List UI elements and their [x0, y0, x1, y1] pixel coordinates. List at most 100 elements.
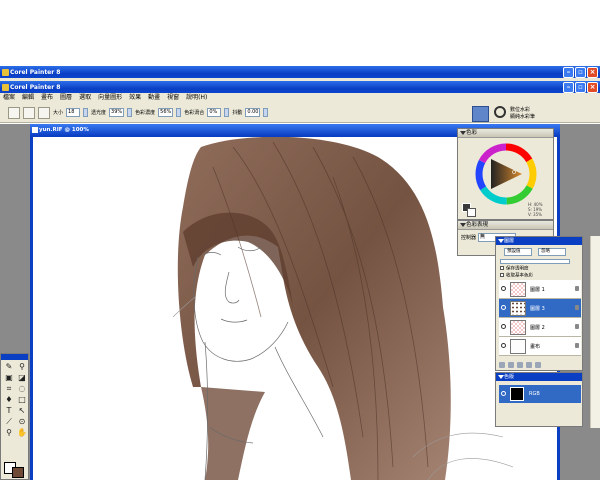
layer-opacity-slider[interactable] — [500, 259, 570, 264]
collapse-triangle-icon[interactable] — [460, 223, 466, 227]
grain-spinner[interactable] — [176, 108, 182, 117]
eye-icon[interactable] — [501, 305, 506, 310]
lock-icon[interactable] — [575, 343, 579, 348]
menu-layers[interactable]: 圖層 — [60, 93, 72, 103]
preserve-transparency-checkbox[interactable] — [500, 266, 504, 270]
brush-tool-icon[interactable]: ✎ — [3, 362, 15, 372]
trash-icon[interactable] — [535, 362, 541, 368]
lock-icon[interactable] — [575, 286, 579, 291]
opacity-spinner[interactable] — [127, 108, 133, 117]
text-tool-icon[interactable]: T — [3, 406, 15, 416]
menu-edit[interactable]: 編輯 — [22, 93, 34, 103]
color-panel-header[interactable]: 色彩 — [458, 129, 553, 138]
lock-icon[interactable] — [575, 324, 579, 329]
new-layer-icon[interactable] — [499, 362, 505, 368]
menu-help[interactable]: 說明(H) — [186, 93, 207, 103]
close-icon[interactable]: × — [587, 67, 598, 78]
tool-grid: ✎ ⚲ ▣ ◪ ⌗ ◌ ♦ □ T ↖ ⟋ ⊙ ⚲ ✋ — [1, 360, 28, 440]
layer-checkboxes: 保存透明度 收取基本色彩 — [500, 266, 533, 279]
eye-icon[interactable] — [501, 391, 506, 396]
resat-spinner[interactable] — [224, 108, 230, 117]
paint-bucket-icon[interactable]: ▣ — [3, 373, 15, 383]
eye-icon[interactable] — [501, 343, 506, 348]
background-color-swatch[interactable] — [12, 467, 24, 478]
additional-color-chip[interactable] — [467, 208, 476, 217]
minimize-icon[interactable]: – — [563, 67, 574, 78]
layers-panel: 圖層 預設值 忽略 保存透明度 收取基本色彩 圖層 1 圖層 3 圖層 2 畫布 — [495, 236, 583, 371]
controller-label: 控制器 — [461, 235, 477, 241]
main-additional-color-chips[interactable] — [462, 203, 476, 217]
collapse-triangle-icon[interactable] — [460, 131, 466, 135]
layers-panel-header[interactable]: 圖層 — [496, 237, 582, 245]
layer-row[interactable]: 圖層 1 — [499, 280, 581, 299]
eye-icon[interactable] — [501, 324, 506, 329]
layer-thumbnail — [510, 301, 526, 316]
minimize-icon[interactable]: – — [563, 82, 574, 93]
menu-movie[interactable]: 動畫 — [148, 93, 160, 103]
brush-category-icon[interactable] — [472, 106, 489, 122]
menu-window[interactable]: 視窗 — [167, 93, 179, 103]
menu-effects[interactable]: 效果 — [129, 93, 141, 103]
size-field[interactable]: 18 — [66, 108, 81, 117]
menu-shapes[interactable]: 向量圖形 — [98, 93, 122, 103]
layer-row-selected[interactable]: 圖層 3 — [499, 299, 581, 318]
pen-tool-icon[interactable]: ♦ — [3, 395, 15, 405]
channel-row[interactable]: RGB — [499, 385, 581, 403]
hsv-readout: H: 40% S: 19% V: 35% — [528, 202, 543, 217]
brush-selector[interactable]: 數位水彩 顯純水彩筆 — [472, 106, 598, 122]
close-icon[interactable]: × — [587, 82, 598, 93]
toolbox-panel: ✎ ⚲ ▣ ◪ ⌗ ◌ ♦ □ T ↖ ⟋ ⊙ ⚲ ✋ — [0, 353, 29, 480]
magnifier-icon[interactable]: ⚲ — [3, 428, 15, 438]
dropper-tool-icon[interactable]: ⚲ — [16, 362, 28, 372]
layer-row[interactable]: 圖層 2 — [499, 318, 581, 337]
layer-options-row: 預設值 忽略 — [504, 248, 566, 256]
rectangle-select-icon[interactable]: □ — [16, 395, 28, 405]
freehand-icon[interactable] — [38, 106, 50, 119]
jitter-field[interactable]: 0.00 — [245, 108, 261, 117]
pick-up-color-checkbox[interactable] — [500, 272, 504, 277]
crop-tool-icon[interactable]: ⌗ — [3, 384, 15, 394]
menu-file[interactable]: 檔案 — [3, 93, 15, 103]
preserve-transparency-option[interactable]: 保存透明度 — [500, 266, 533, 273]
composite-depth-select[interactable]: 忽略 — [538, 248, 566, 256]
arrow-tool-icon[interactable]: ↖ — [16, 406, 28, 416]
layer-name: 圖層 3 — [530, 306, 545, 312]
layer-thumbnail — [510, 282, 526, 297]
layer-mask-icon[interactable] — [517, 362, 523, 368]
opacity-label: 透光度 — [91, 110, 107, 116]
jitter-spinner[interactable] — [263, 108, 269, 117]
color-swatches[interactable] — [4, 462, 26, 478]
preserve-transparency-label: 保存透明度 — [506, 266, 529, 272]
layer-row[interactable]: 畫布 — [499, 337, 581, 356]
brush-tool-icon[interactable] — [8, 106, 20, 119]
maximize-icon[interactable]: ▫ — [575, 82, 586, 93]
dropper2-icon[interactable]: ⟋ — [3, 417, 15, 427]
color-expression-header[interactable]: 色彩表現 — [458, 221, 553, 230]
hue-ring-graphic[interactable] — [474, 142, 538, 206]
channels-panel-header[interactable]: 色版 — [496, 373, 582, 381]
size-spinner[interactable] — [83, 108, 89, 117]
resat-field[interactable]: 0% — [207, 108, 222, 117]
lasso-tool-icon[interactable]: ◌ — [16, 384, 28, 394]
group-layers-icon[interactable] — [526, 362, 532, 368]
painter-app-icon — [2, 84, 9, 91]
dynamic-plugin-icon[interactable] — [508, 362, 514, 368]
brush-variant-icon[interactable] — [494, 106, 506, 118]
color-wheel[interactable] — [474, 142, 538, 206]
composite-method-select[interactable]: 預設值 — [504, 248, 532, 256]
grain-field[interactable]: 56% — [158, 108, 174, 117]
collapse-triangle-icon[interactable] — [498, 239, 504, 243]
panel-scrollbar[interactable] — [590, 236, 600, 428]
hand-tool-icon[interactable]: ✋ — [16, 428, 28, 438]
eraser-icon[interactable]: ◪ — [16, 373, 28, 383]
clone-tool-icon[interactable]: ⊙ — [16, 417, 28, 427]
menu-select[interactable]: 選取 — [79, 93, 91, 103]
eye-icon[interactable] — [501, 286, 506, 291]
maximize-icon[interactable]: ▫ — [575, 67, 586, 78]
pick-up-color-option[interactable]: 收取基本色彩 — [500, 272, 533, 280]
lock-icon[interactable] — [575, 305, 579, 310]
opacity-field[interactable]: 39% — [109, 108, 125, 117]
stroke-type-icon[interactable] — [23, 106, 35, 119]
menu-canvas[interactable]: 畫布 — [41, 93, 53, 103]
collapse-triangle-icon[interactable] — [498, 375, 504, 379]
